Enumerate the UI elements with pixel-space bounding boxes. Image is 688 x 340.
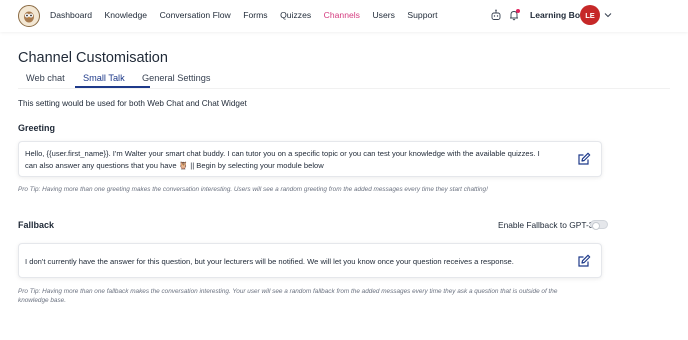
nav-conversation-flow[interactable]: Conversation Flow	[160, 10, 231, 20]
tab-divider	[18, 88, 670, 89]
nav-knowledge[interactable]: Knowledge	[105, 10, 148, 20]
edit-fallback-icon[interactable]	[577, 254, 591, 268]
toggle-knob	[591, 221, 600, 230]
tab-small-talk[interactable]: Small Talk	[83, 73, 125, 83]
nav-dashboard[interactable]: Dashboard	[50, 10, 92, 20]
bot-name[interactable]: Learning Bot	[530, 10, 583, 20]
user-avatar[interactable]: LE	[580, 5, 600, 25]
fallback-pro-tip: Pro Tip: Having more than one fallback m…	[18, 288, 558, 304]
greeting-message-text: Hello, {{user.first_name}}. I'm Walter y…	[25, 148, 570, 171]
tab-general-settings[interactable]: General Settings	[142, 73, 210, 83]
settings-note: This setting would be used for both Web …	[18, 99, 247, 108]
fallback-title: Fallback	[18, 220, 55, 230]
nav-users[interactable]: Users	[372, 10, 394, 20]
gpt-fallback-label: Enable Fallback to GPT-3	[498, 220, 594, 230]
page-title: Channel Customisation	[18, 50, 168, 66]
greeting-message-line-1: Hello, {{user.first_name}}. I'm Walter y…	[25, 149, 540, 158]
greeting-pro-tip: Pro Tip: Having more than one greeting m…	[18, 186, 488, 193]
top-navigation-bar: Dashboard Knowledge Conversation Flow Fo…	[0, 0, 688, 32]
nav-forms[interactable]: Forms	[243, 10, 267, 20]
robot-icon[interactable]	[490, 9, 502, 21]
fallback-message-card[interactable]: I don't currently have the answer for th…	[18, 243, 602, 278]
nav-quizzes[interactable]: Quizzes	[280, 10, 311, 20]
greeting-message-card[interactable]: Hello, {{user.first_name}}. I'm Walter y…	[18, 141, 602, 177]
gpt-fallback-toggle[interactable]	[590, 220, 608, 230]
owl-icon	[24, 11, 34, 23]
main-nav: Dashboard Knowledge Conversation Flow Fo…	[50, 10, 450, 20]
chevron-down-icon[interactable]	[604, 11, 612, 19]
greeting-title: Greeting	[18, 123, 56, 133]
tab-web-chat[interactable]: Web chat	[26, 73, 65, 83]
greeting-message-line-2: can also answer any questions that you h…	[25, 160, 324, 170]
edit-greeting-icon[interactable]	[577, 152, 591, 166]
nav-channels[interactable]: Channels	[324, 10, 360, 20]
notification-badge	[516, 9, 520, 13]
bot-logo[interactable]	[18, 5, 40, 27]
fallback-message-text: I don't currently have the answer for th…	[25, 257, 514, 266]
nav-support[interactable]: Support	[407, 10, 437, 20]
